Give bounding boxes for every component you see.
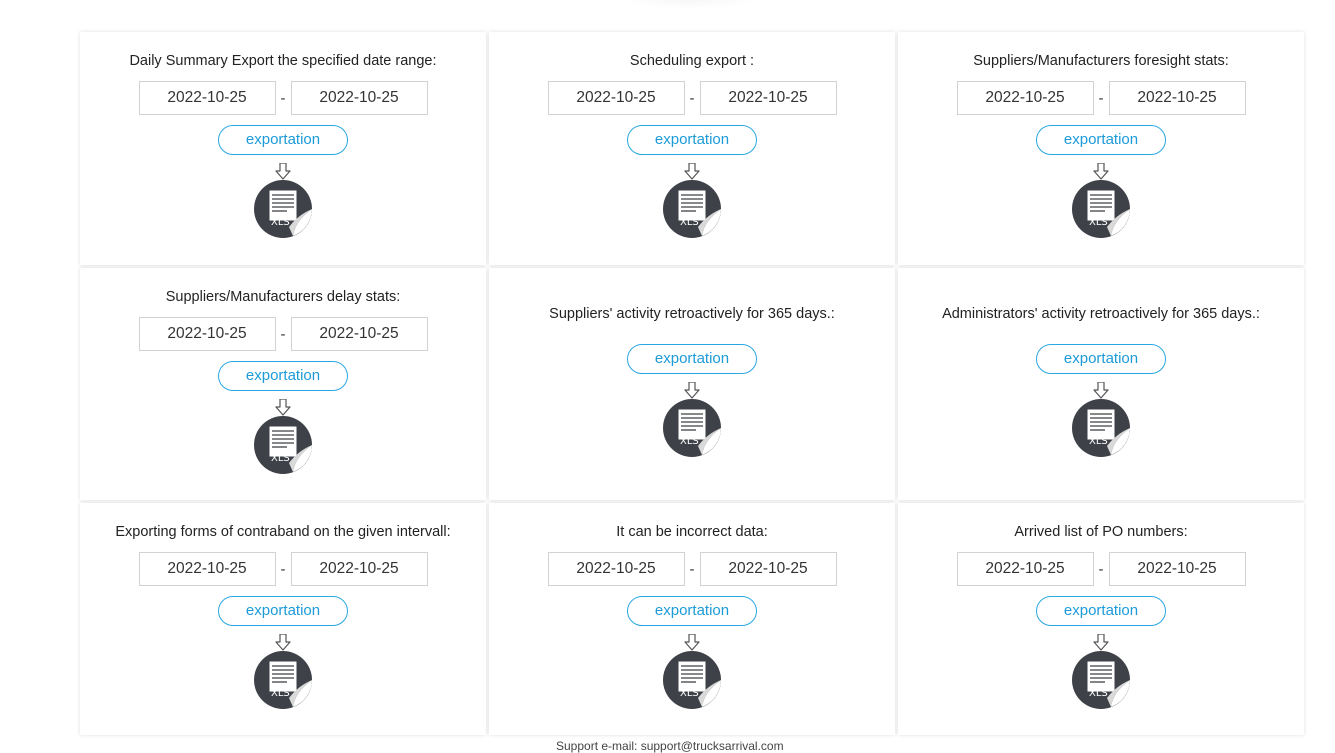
icon-label: XLS (1089, 688, 1108, 699)
icon-label: XLS (271, 217, 290, 228)
date-from-input[interactable] (956, 81, 1094, 115)
icon-label: XLS (271, 453, 290, 464)
download-arrow-icon (275, 634, 291, 651)
exportation-button[interactable]: exportation (627, 344, 757, 374)
date-from-input[interactable] (138, 81, 276, 115)
exportation-button[interactable]: exportation (218, 125, 348, 155)
date-from-input[interactable] (547, 552, 685, 586)
card-title: Suppliers/Manufacturers delay stats: (165, 289, 401, 305)
export-card: Administrators' activity retroactively f… (898, 268, 1304, 500)
date-range: - (956, 552, 1246, 586)
date-from-input[interactable] (547, 81, 685, 115)
export-card: Arrived list of PO numbers: - exportatio… (898, 503, 1304, 735)
xls-file-icon[interactable]: XLS (251, 399, 315, 475)
download-arrow-icon (275, 163, 291, 180)
date-separator: - (689, 560, 695, 578)
export-card: Daily Summary Export the specified date … (80, 32, 486, 265)
date-range: - (547, 552, 837, 586)
xls-file-icon[interactable]: XLS (1069, 163, 1133, 239)
icon-label: XLS (680, 688, 699, 699)
date-to-input[interactable] (699, 552, 837, 586)
date-to-input[interactable] (1108, 81, 1246, 115)
export-card: It can be incorrect data: - exportation … (489, 503, 895, 735)
export-card: Suppliers' activity retroactively for 36… (489, 268, 895, 500)
date-range: - (138, 317, 428, 351)
date-separator: - (1098, 560, 1104, 578)
exportation-button[interactable]: exportation (1036, 125, 1166, 155)
card-title: Scheduling export : (629, 53, 755, 69)
support-email-footer: Support e-mail: support@trucksarrival.co… (556, 739, 784, 753)
date-separator: - (1098, 89, 1104, 107)
export-grid: Daily Summary Export the specified date … (80, 32, 1304, 736)
download-arrow-icon (684, 634, 700, 651)
xls-file-icon[interactable]: XLS (1069, 634, 1133, 710)
icon-label: XLS (1089, 436, 1108, 447)
date-to-input[interactable] (290, 81, 428, 115)
export-card: Scheduling export : - exportation XLS (489, 32, 895, 265)
download-arrow-icon (1093, 163, 1109, 180)
icon-label: XLS (271, 688, 290, 699)
exportation-button[interactable]: exportation (1036, 596, 1166, 626)
icon-label: XLS (1089, 217, 1108, 228)
date-separator: - (280, 560, 286, 578)
top-decoration (610, 0, 770, 10)
download-arrow-icon (684, 382, 700, 399)
xls-file-icon[interactable]: XLS (660, 634, 724, 710)
xls-file-icon[interactable]: XLS (251, 163, 315, 239)
exportation-button[interactable]: exportation (1036, 344, 1166, 374)
date-range: - (956, 81, 1246, 115)
download-arrow-icon (1093, 634, 1109, 651)
icon-label: XLS (680, 436, 699, 447)
exportation-button[interactable]: exportation (627, 125, 757, 155)
date-from-input[interactable] (138, 317, 276, 351)
date-from-input[interactable] (138, 552, 276, 586)
exportation-button[interactable]: exportation (627, 596, 757, 626)
date-to-input[interactable] (290, 552, 428, 586)
xls-file-icon[interactable]: XLS (660, 382, 724, 458)
export-card: Exporting forms of contraband on the giv… (80, 503, 486, 735)
date-range: - (138, 81, 428, 115)
download-arrow-icon (1093, 382, 1109, 399)
export-card: Suppliers/Manufacturers delay stats: - e… (80, 268, 486, 500)
card-title: Suppliers' activity retroactively for 36… (549, 306, 835, 322)
date-to-input[interactable] (699, 81, 837, 115)
date-range: - (138, 552, 428, 586)
date-to-input[interactable] (290, 317, 428, 351)
exportation-button[interactable]: exportation (218, 596, 348, 626)
exportation-button[interactable]: exportation (218, 361, 348, 391)
download-arrow-icon (275, 399, 291, 416)
card-title: Administrators' activity retroactively f… (942, 306, 1260, 322)
icon-label: XLS (680, 217, 699, 228)
date-separator: - (689, 89, 695, 107)
xls-file-icon[interactable]: XLS (251, 634, 315, 710)
xls-file-icon[interactable]: XLS (1069, 382, 1133, 458)
export-card: Suppliers/Manufacturers foresight stats:… (898, 32, 1304, 265)
date-range: - (547, 81, 837, 115)
date-to-input[interactable] (1108, 552, 1246, 586)
date-separator: - (280, 89, 286, 107)
date-separator: - (280, 325, 286, 343)
xls-file-icon[interactable]: XLS (660, 163, 724, 239)
date-from-input[interactable] (956, 552, 1094, 586)
card-title: Exporting forms of contraband on the giv… (115, 524, 451, 540)
card-title: It can be incorrect data: (616, 524, 768, 540)
card-title: Suppliers/Manufacturers foresight stats: (973, 53, 1229, 69)
card-title: Daily Summary Export the specified date … (129, 53, 437, 69)
card-title: Arrived list of PO numbers: (1014, 524, 1188, 540)
download-arrow-icon (684, 163, 700, 180)
